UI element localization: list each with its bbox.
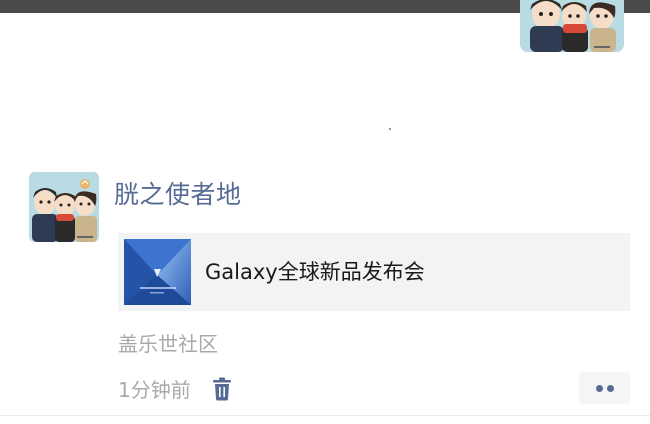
shared-link-card[interactable]: Galaxy全球新品发布会 xyxy=(118,233,630,311)
stray-dot xyxy=(389,128,391,130)
trash-icon-glyph xyxy=(213,377,231,401)
link-title: Galaxy全球新品发布会 xyxy=(205,260,425,284)
link-thumbnail-image xyxy=(124,239,191,305)
my-avatar[interactable] xyxy=(520,0,624,52)
source-name[interactable]: 盖乐世社区 xyxy=(118,330,218,358)
author-avatar[interactable] xyxy=(29,172,99,242)
my-avatar-illustration xyxy=(520,0,624,52)
galaxy-event-thumbnail-icon xyxy=(124,239,191,305)
author-name[interactable]: 胱之使者地 xyxy=(114,178,242,212)
moments-feed: 胱之使者地 Galaxy全球新品发布会 盖乐世社区 1分钟前 xyxy=(0,0,650,424)
post-timestamp: 1分钟前 xyxy=(118,378,191,402)
divider xyxy=(0,415,650,416)
author-avatar-illustration xyxy=(29,172,99,242)
trash-icon[interactable] xyxy=(212,377,232,401)
more-dot xyxy=(596,385,603,392)
more-dots-icon[interactable] xyxy=(579,372,630,404)
more-dot xyxy=(607,385,614,392)
